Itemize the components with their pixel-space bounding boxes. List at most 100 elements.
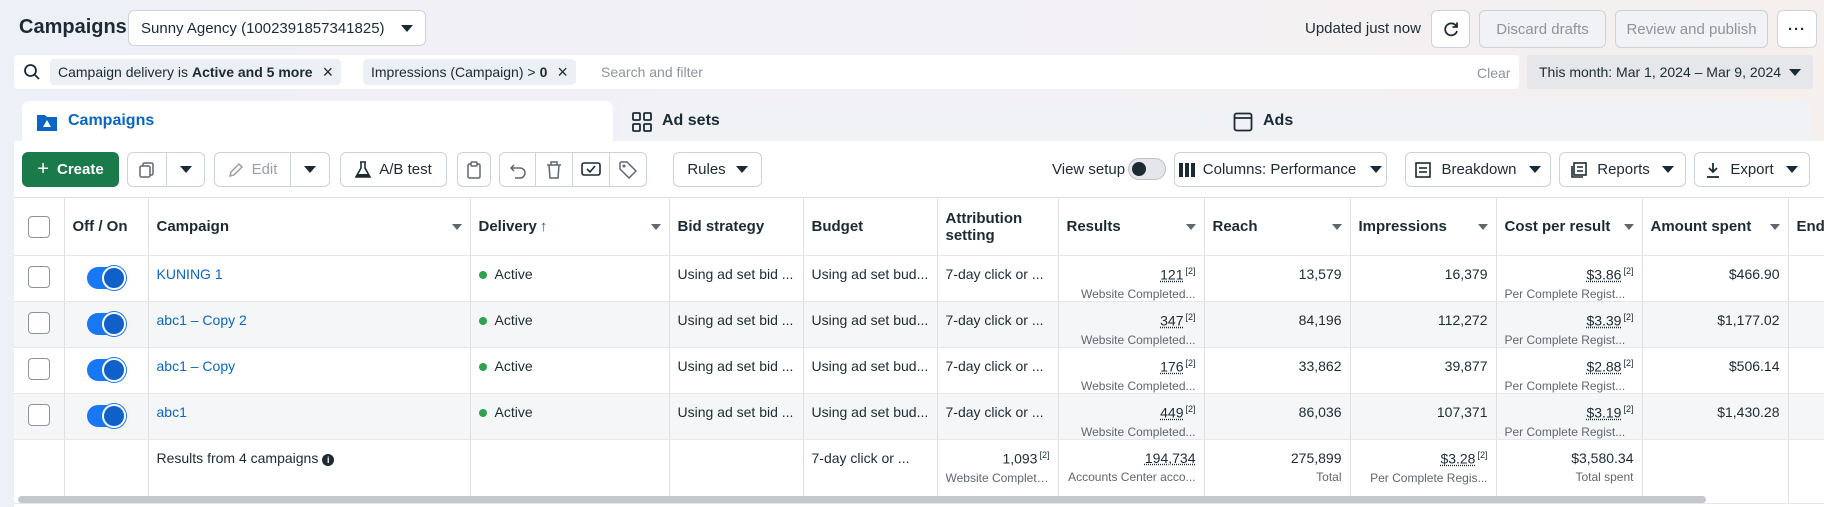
view-setup-toggle[interactable]	[1128, 158, 1166, 180]
breakdown-icon	[1415, 162, 1431, 178]
campaign-toggle[interactable]	[87, 313, 125, 335]
chevron-down-icon	[401, 25, 413, 32]
rules-label: Rules	[687, 161, 725, 178]
account-selector[interactable]: Sunny Agency (1002391857341825)	[128, 10, 426, 46]
campaign-name-link[interactable]: abc1 – Copy	[157, 358, 236, 374]
edit-menu-button[interactable]	[290, 152, 330, 187]
sort-caret-icon[interactable]	[1332, 224, 1342, 230]
clipboard-button[interactable]	[457, 152, 491, 187]
column-header-end[interactable]: End	[1788, 198, 1824, 256]
campaign-toggle[interactable]	[87, 359, 125, 381]
sort-caret-icon[interactable]	[1770, 224, 1780, 230]
totals-label-cell: Results from 4 campaigns i	[148, 440, 470, 504]
filter-chip-label: Campaign delivery is	[58, 64, 188, 80]
tag-button[interactable]	[609, 152, 647, 187]
amount-spent-cell: $506.14	[1642, 348, 1788, 394]
export-button[interactable]: Export	[1694, 152, 1810, 187]
edit-button[interactable]: Edit	[214, 152, 291, 187]
sort-caret-icon[interactable]	[1186, 224, 1196, 230]
toolbar: + Create Edit A/B test Rules View setup …	[14, 141, 1824, 197]
close-icon[interactable]: ×	[557, 63, 568, 81]
cost-per-result-cell: $3.86 [2] Per Complete Regist...	[1496, 256, 1642, 302]
close-icon[interactable]: ×	[323, 63, 334, 81]
columns-button[interactable]: Columns: Performance	[1174, 152, 1387, 187]
sort-caret-icon[interactable]	[452, 224, 462, 230]
attribution-cell: 7-day click or ...	[937, 394, 1058, 440]
horizontal-scrollbar[interactable]	[18, 496, 1706, 503]
sort-caret-icon[interactable]	[1478, 224, 1488, 230]
campaign-name-link[interactable]: KUNING 1	[157, 266, 223, 282]
toggle-knob	[102, 404, 126, 428]
columns-icon	[1179, 163, 1195, 177]
reports-button[interactable]: Reports	[1559, 152, 1686, 187]
filter-chip-delivery[interactable]: Campaign delivery is Active and 5 more ×	[50, 59, 341, 85]
preview-button[interactable]	[572, 152, 610, 187]
column-header-amount-spent[interactable]: Amount spent	[1642, 198, 1788, 256]
date-range-picker[interactable]: This month: Mar 1, 2024 – Mar 9, 2024	[1527, 55, 1813, 89]
status-dot	[479, 409, 487, 417]
column-header-bid-strategy[interactable]: Bid strategy	[669, 198, 803, 256]
totals-label: Results from 4 campaigns	[157, 450, 319, 466]
info-icon[interactable]: i	[322, 454, 334, 466]
delete-button[interactable]	[535, 152, 573, 187]
attribution-cell: 7-day click or ...	[937, 302, 1058, 348]
filter-chip-value: 0	[540, 64, 548, 80]
amount-spent-cell: $1,430.28	[1642, 394, 1788, 440]
duplicate-button[interactable]	[127, 152, 167, 187]
budget-cell: Using ad set bud...	[803, 348, 937, 394]
download-icon	[1706, 162, 1720, 178]
table-row[interactable]: KUNING 1 Active Using ad set bid ... Using …	[14, 256, 1824, 302]
column-header-cost-per-result[interactable]: Cost per result	[1496, 198, 1642, 256]
create-button[interactable]: + Create	[22, 152, 119, 187]
column-header-results[interactable]: Results	[1058, 198, 1204, 256]
refresh-button[interactable]	[1431, 10, 1470, 48]
tab-label: Ad sets	[662, 112, 720, 130]
sort-caret-icon[interactable]	[1624, 224, 1634, 230]
breakdown-button[interactable]: Breakdown	[1405, 152, 1551, 187]
view-setup-label: View setup	[1052, 161, 1125, 178]
ab-test-button[interactable]: A/B test	[340, 152, 447, 187]
campaign-name-link[interactable]: abc1	[157, 404, 187, 420]
table-row[interactable]: abc1 Active Using ad set bid ... Using ad s…	[14, 394, 1824, 440]
rules-button[interactable]: Rules	[673, 152, 762, 187]
column-header-campaign[interactable]: Campaign	[148, 198, 470, 256]
tab-label: Campaigns	[68, 112, 154, 130]
column-header-impressions[interactable]: Impressions	[1350, 198, 1496, 256]
results-cell: 347 [2] Website Completed...	[1058, 302, 1204, 348]
totals-spent: $3,580.34 Total spent	[1496, 440, 1642, 504]
row-checkbox[interactable]	[28, 404, 50, 426]
status-dot	[479, 317, 487, 325]
sort-caret-icon[interactable]	[651, 224, 661, 230]
more-options-button[interactable]: ···	[1777, 10, 1817, 48]
clear-filters-button[interactable]: Clear	[1477, 65, 1510, 81]
duplicate-icon	[138, 161, 156, 179]
discard-drafts-button[interactable]: Discard drafts	[1479, 10, 1606, 48]
column-header-delivery[interactable]: Delivery ↑	[470, 198, 669, 256]
delivery-status: Active	[495, 266, 533, 282]
attribution-cell: 7-day click or ...	[937, 256, 1058, 302]
row-checkbox[interactable]	[28, 358, 50, 380]
reports-label: Reports	[1597, 161, 1650, 178]
campaign-toggle[interactable]	[87, 267, 125, 289]
search-input[interactable]: Search and filter	[601, 64, 703, 80]
campaign-name-link[interactable]: abc1 – Copy 2	[157, 312, 247, 328]
bid-strategy-cell: Using ad set bid ...	[669, 302, 803, 348]
toggle-knob	[102, 266, 126, 290]
row-checkbox[interactable]	[28, 312, 50, 334]
undo-button[interactable]	[499, 152, 536, 187]
chevron-down-icon	[304, 166, 316, 173]
campaign-toggle[interactable]	[87, 405, 125, 427]
column-header-reach[interactable]: Reach	[1204, 198, 1350, 256]
table-row[interactable]: abc1 – Copy Active Using ad set bid ... Usi…	[14, 348, 1824, 394]
duplicate-menu-button[interactable]	[166, 152, 205, 187]
filter-chip-impressions[interactable]: Impressions (Campaign) > 0 ×	[363, 59, 576, 85]
grid-icon	[632, 112, 652, 132]
select-all-checkbox[interactable]	[28, 216, 50, 238]
row-checkbox[interactable]	[28, 266, 50, 288]
column-header-budget[interactable]: Budget	[803, 198, 937, 256]
column-header-attribution[interactable]: Attribution setting	[937, 198, 1058, 256]
column-label: Reach	[1213, 218, 1258, 235]
review-publish-button[interactable]: Review and publish	[1615, 10, 1768, 48]
table-row[interactable]: abc1 – Copy 2 Active Using ad set bid ... U…	[14, 302, 1824, 348]
results-cell: 449 [2] Website Completed...	[1058, 394, 1204, 440]
